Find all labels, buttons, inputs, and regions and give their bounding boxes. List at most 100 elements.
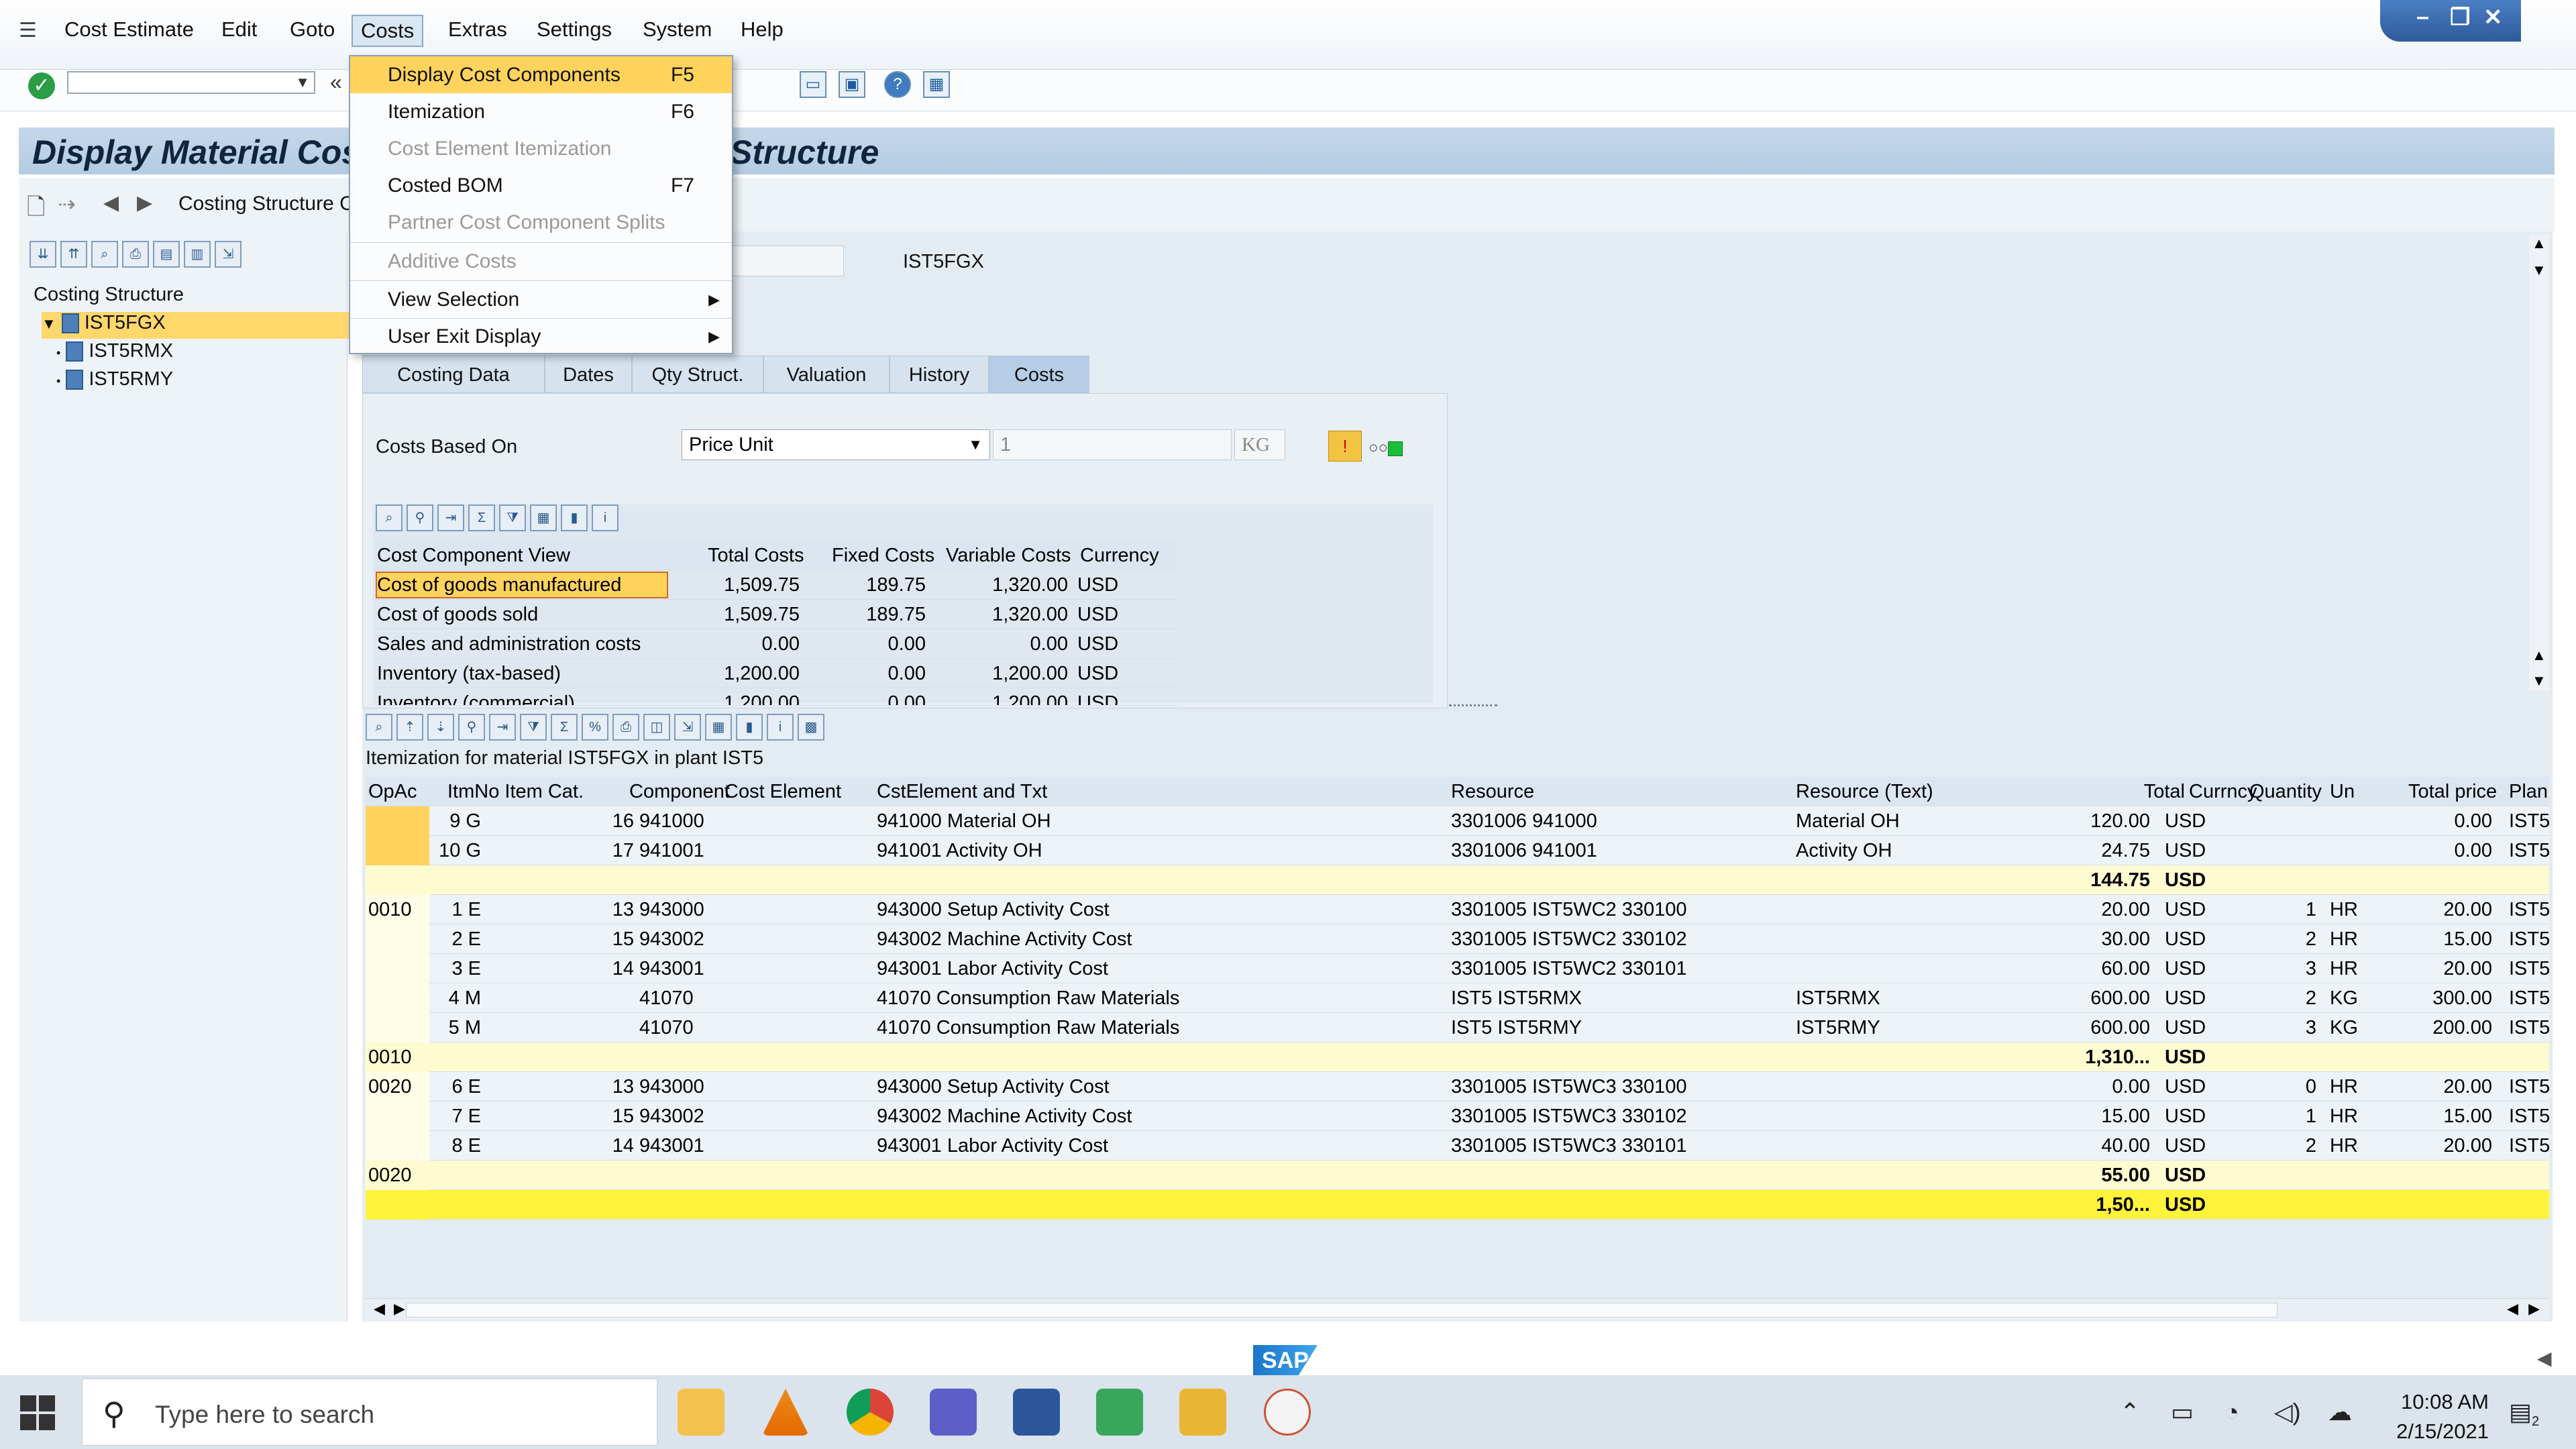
table-cell-rtext[interactable]: Activity OH [1796,840,1892,862]
table-cell-comp[interactable]: 15 [500,928,634,951]
table-cell-res[interactable]: IST5 IST5RMX [1451,987,1582,1010]
table-row[interactable]: 0010 1 E 13 943000 Setup Activity Cost 33010… [366,895,2550,924]
expand-icon[interactable]: ⇊ [30,241,56,268]
table-cell-txt[interactable]: 943000 Setup Activity Cost [877,899,1110,921]
splitter-handle[interactable] [1449,704,1497,708]
table-cell-ce[interactable]: 943001 [639,1135,704,1157]
tab-qty-struct[interactable]: Qty Struct. [632,356,763,393]
next-icon[interactable]: ▶ [137,191,152,215]
table-cell[interactable]: USD [1077,663,1118,685]
table-cell-tp[interactable]: 200.00 [2358,1017,2492,1039]
material-field[interactable] [731,246,844,276]
menu-item-itemization[interactable]: Itemization F6 [350,93,732,130]
table-cell-plan[interactable]: IST5 [2509,899,2550,921]
table-cell-total[interactable]: 30.00 [2016,928,2150,951]
column-header[interactable]: Quantity [2249,781,2322,803]
details-icon[interactable]: ⌕ [376,504,402,531]
table-cell[interactable]: 189.75 [812,574,926,596]
graphic-icon[interactable]: ▮ [561,504,588,531]
table-cell-res[interactable]: 3301005 IST5WC3 330100 [1451,1076,1686,1098]
subtotal-row[interactable]: 0020 55.00 USD [366,1161,2549,1190]
table-cell-txt[interactable]: 943000 Setup Activity Cost [877,1076,1110,1098]
subtotal-row[interactable]: 0010 1,310... USD [366,1042,2549,1072]
table-cell-comp[interactable]: 15 [500,1106,634,1128]
table-cell-txt[interactable]: 943001 Labor Activity Cost [877,958,1108,980]
table-cell-itm[interactable]: 7 E [347,1106,481,1128]
sum-icon[interactable]: Σ [551,714,578,741]
layout-icon[interactable]: ▦ [705,714,732,741]
table-cell[interactable]: Inventory (tax-based) [377,663,561,685]
chevron-up-icon[interactable]: ⌃ [2120,1398,2140,1426]
menu-item-costed-bom[interactable]: Costed BOM F7 [350,167,732,204]
subtotal-row[interactable]: 144.75 USD [366,865,2549,895]
tree-item-ist5rmx[interactable]: • IST5RMX [56,340,173,362]
table-cell-total[interactable]: 55.00 [2016,1165,2150,1187]
table-cell[interactable]: 1,200.00 [686,663,800,685]
table-row[interactable]: Inventory (tax-based) 1,200.00 0.00 1,200.0… [376,659,1177,688]
table-cell-total[interactable]: 24.75 [2016,840,2150,862]
table-cell-res[interactable]: 3301005 IST5WC3 330101 [1451,1135,1686,1157]
table-cell-comp[interactable]: 14 [500,958,634,980]
table-row[interactable]: 9 G 16 941000 Material OH 3301006 941000 Mat… [366,806,2550,836]
table-cell[interactable]: USD [1077,574,1118,596]
table-cell-qty[interactable]: 2 [2182,1135,2316,1157]
other-cost-estimate-icon[interactable]: ⇢ [58,191,76,217]
table-row[interactable]: 10 G 17 941001 Activity OH 3301006 941001 Ac… [366,836,2550,865]
table-cell-plan[interactable]: IST5 [2509,958,2550,980]
table-cell-res[interactable]: 3301005 IST5WC2 330100 [1451,899,1686,921]
table-cell-rtext[interactable]: IST5RMY [1796,1017,1880,1039]
calendar-icon[interactable]: ▩ [798,714,824,741]
table-cell[interactable]: 0.00 [812,633,926,655]
column-header[interactable]: Un [2330,781,2355,803]
column-header[interactable]: Cost Component View [377,545,570,567]
table-cell-total[interactable]: 1,310... [2016,1046,2150,1069]
table-cell[interactable]: 0.00 [812,692,926,705]
table-cell[interactable]: 189.75 [812,604,926,626]
column-header[interactable]: Resource [1451,781,1534,803]
layout-icon[interactable]: ▤ [153,241,180,268]
table-cell-cur[interactable]: USD [2165,1046,2206,1069]
table-cell-res[interactable]: 3301006 941000 [1451,810,1597,833]
tree-collapse-icon[interactable]: ▼ [42,315,56,332]
table-cell-txt[interactable]: 41070 Consumption Raw Materials [877,1017,1179,1039]
menu-toggle-icon[interactable]: ☰ [19,19,37,42]
shortcut-icon[interactable]: ▣ [839,71,865,98]
table-cell-comp[interactable]: 16 [500,810,634,833]
table-cell-tp[interactable]: 20.00 [2358,958,2492,980]
table-cell[interactable]: 1,200.00 [954,663,1068,685]
table-cell-un[interactable]: HR [2330,958,2358,980]
table-cell-plan[interactable]: IST5 [2509,1106,2550,1128]
find-next-icon[interactable]: ⇥ [489,714,516,741]
vertical-scrollbar[interactable]: ▲ ▼ ▲ ▼ [2529,235,2549,691]
table-cell-total[interactable]: 60.00 [2016,958,2150,980]
table-cell-itm[interactable]: 6 E [347,1076,481,1098]
column-header[interactable]: ItmNo Item Cat. [447,781,584,803]
table-row[interactable]: Inventory (commercial) 1,200.00 0.00 1,200.… [376,688,1177,706]
table-cell-res[interactable]: 3301006 941001 [1451,840,1597,862]
column-header[interactable]: Resource (Text) [1796,781,1933,803]
table-cell-un[interactable]: HR [2330,899,2358,921]
tree-item-ist5rmy[interactable]: • IST5RMY [56,368,173,390]
table-cell-itm[interactable]: 2 E [347,928,481,951]
table-cell[interactable]: 1,320.00 [954,574,1068,596]
table-cell-cur[interactable]: USD [2165,1194,2206,1216]
layout-icon[interactable]: ▦ [530,504,557,531]
find-next-icon[interactable]: ⇥ [437,504,464,531]
column-header[interactable]: Plan [2509,781,2548,803]
table-cell-tp[interactable]: 0.00 [2358,810,2492,833]
collapse-icon[interactable]: ⇈ [60,241,87,268]
sort-desc-icon[interactable]: ⇣ [427,714,454,741]
table-row[interactable]: 5 M 41070 Consumption Raw Materials IST5 I… [366,1013,2550,1042]
table-cell-comp[interactable]: 13 [500,1076,634,1098]
table-cell-tp[interactable]: 15.00 [2358,1106,2492,1128]
table-cell-un[interactable]: HR [2330,1135,2358,1157]
scroll-down-icon[interactable]: ▼ [2532,262,2546,279]
horizontal-scrollbar[interactable]: ◀ ▶ ◀ ▶ [366,1298,2549,1321]
scroll-left-icon[interactable]: ◀ [374,1300,385,1318]
table-cell-qty[interactable]: 2 [2182,987,2316,1010]
table-cell-qty[interactable]: 2 [2182,928,2316,951]
print-icon[interactable]: ⎙ [122,241,149,268]
table-row[interactable]: 3 E 14 943001 Labor Activity Cost 3301005 I… [366,954,2550,983]
column-header[interactable]: Total Costs [708,545,804,567]
table-cell-un[interactable]: KG [2330,987,2358,1010]
